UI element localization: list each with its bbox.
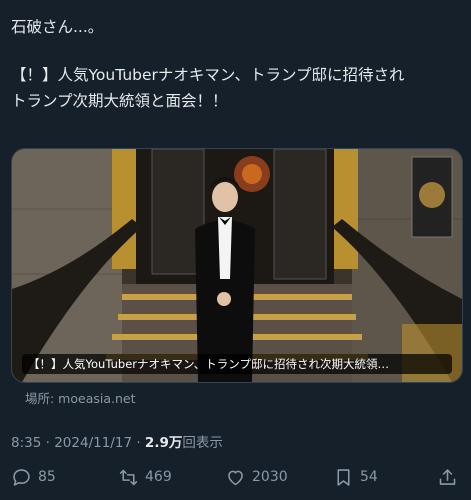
link-card-image[interactable]: 【！】人気YouTuberナオキマン、トランプ邸に招待され次期大統領… [11, 148, 463, 383]
view-count-label: 回表示 [182, 435, 223, 451]
action-bar: 85 469 2030 54 [0, 462, 471, 492]
post-line-1: 石破さん...。 [11, 18, 104, 36]
reply-icon [13, 468, 30, 486]
repost-icon [119, 469, 138, 485]
repost-count: 469 [145, 469, 172, 485]
link-source[interactable]: 場所: moeasia.net [25, 388, 136, 407]
post-metadata: 8:35 · 2024/11/17 · 2.9万回表示 [11, 431, 223, 451]
reply-button[interactable]: 85 [11, 462, 56, 492]
repost-button[interactable]: 469 [118, 462, 172, 492]
post-time[interactable]: 8:35 [11, 435, 41, 451]
like-count: 2030 [252, 469, 288, 485]
share-icon [439, 468, 456, 485]
bookmark-count: 54 [360, 469, 378, 485]
post-line-2: 【！】人気YouTuberナオキマン、トランプ邸に招待され [11, 66, 405, 84]
like-icon [228, 470, 243, 485]
bookmark-button[interactable]: 54 [333, 462, 378, 492]
post-date[interactable]: 2024/11/17 [54, 435, 132, 451]
meta-separator: · [136, 435, 145, 451]
photo-illustration [12, 149, 462, 382]
reply-count: 85 [38, 469, 56, 485]
meta-separator: · [45, 435, 55, 451]
link-card-title[interactable]: 【！】人気YouTuberナオキマン、トランプ邸に招待され次期大統領… [22, 354, 452, 374]
like-button[interactable]: 2030 [225, 462, 288, 492]
share-button[interactable] [437, 462, 464, 492]
bookmark-icon [337, 468, 350, 486]
post-line-3: トランプ次期大統領と面会！！ [11, 92, 228, 110]
view-count: 2.9万 [144, 435, 183, 451]
post-text: 石破さん...。 【！】人気YouTuberナオキマン、トランプ邸に招待され ト… [11, 14, 463, 114]
